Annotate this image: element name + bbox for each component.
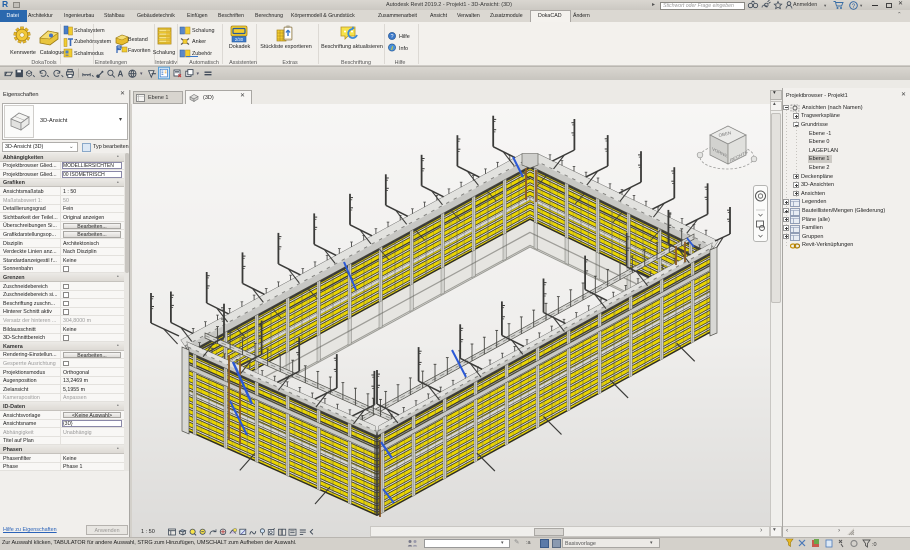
svg-text:2/30: 2/30 <box>235 37 244 42</box>
svg-text:▾: ▾ <box>197 71 200 77</box>
svg-text:?: ? <box>390 34 393 40</box>
svg-text:▾: ▾ <box>140 71 143 77</box>
svg-text:A: A <box>118 70 124 79</box>
svg-text::0: :0 <box>872 542 877 548</box>
